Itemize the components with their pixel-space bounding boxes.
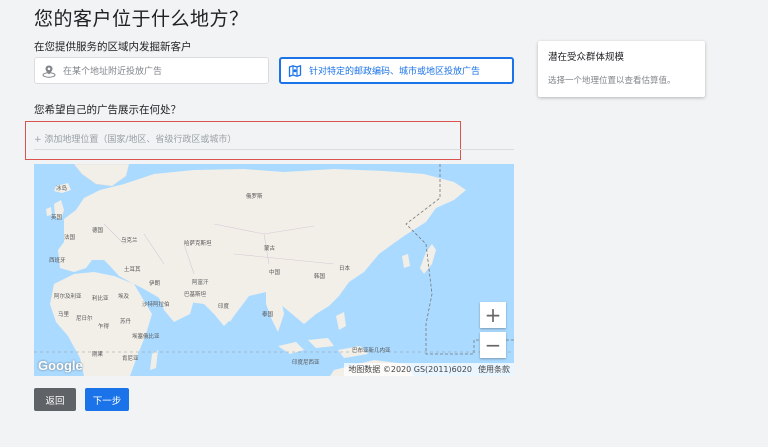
map-label: 巴基斯坦 [184, 292, 207, 298]
world-map[interactable]: 冰岛 俄罗斯 英国 法国 西班牙 德国 乌克兰 哈萨克斯坦 蒙古 中国 日本 韩… [34, 164, 514, 376]
map-label: 阿富汗 [192, 280, 209, 286]
map-label: 蒙古 [264, 246, 276, 252]
map-label: 中国 [269, 270, 281, 276]
map-label: 尼日尔 [76, 316, 93, 322]
audience-card-hint: 选择一个地理位置以查看估算值。 [548, 76, 676, 86]
audience-size-card: 潜在受众群体规模 选择一个地理位置以查看估算值。 [538, 41, 705, 97]
map-label: 利比亚 [92, 296, 109, 302]
audience-card-title: 潜在受众群体规模 [548, 52, 625, 63]
map-label: 韩国 [314, 274, 326, 280]
back-button[interactable]: 返回 [34, 388, 76, 411]
map-label: 德国 [92, 228, 104, 234]
google-logo: Google [38, 358, 83, 373]
map-attribution: 地图数据 ©2020 GS(2011)6020 使用条款 [344, 363, 514, 376]
map-label: 肯尼亚 [122, 356, 139, 362]
map-data-attribution: 地图数据 ©2020 GS(2011)6020 [348, 365, 472, 374]
location-question: 您希望自己的广告展示在何处？ [34, 104, 181, 116]
option-regions-label: 针对特定的邮政编码、城市或地区投放广告 [309, 67, 481, 77]
option-nearby-label: 在某个地址附近投放广告 [63, 67, 163, 77]
option-specific-regions[interactable]: 针对特定的邮政编码、城市或地区投放广告 [279, 57, 514, 84]
zoom-in-button[interactable]: + [480, 302, 506, 328]
map-label: 俄罗斯 [246, 194, 263, 200]
map-label: 法国 [64, 235, 76, 241]
targeting-question: 在您提供服务的区域内发掘新客户 [34, 41, 192, 53]
map-label: 阿尔及利亚 [54, 294, 82, 300]
option-nearby-address[interactable]: 在某个地址附近投放广告 [34, 57, 269, 84]
map-label: 刚果 [92, 352, 104, 358]
map-label: 乍得 [98, 324, 110, 330]
map-label: 巴布亚新几内亚 [352, 348, 391, 354]
terms-of-use-link[interactable]: 使用条款 [478, 364, 510, 375]
map-label: 印度 [218, 304, 230, 310]
map-label: 埃塞俄比亚 [132, 334, 160, 340]
location-input-placeholder: + 添加地理位置（国家/地区、省级行政区或城市） [34, 135, 237, 145]
map-label: 苏丹 [120, 319, 132, 325]
map-pin-icon [42, 64, 56, 78]
map-label: 土耳其 [124, 267, 141, 273]
map-label: 泰国 [262, 312, 274, 318]
map-region-icon [288, 64, 302, 78]
page-title: 您的客户位于什么地方？ [34, 8, 249, 30]
map-label: 西班牙 [49, 258, 66, 264]
map-label: 日本 [339, 266, 351, 272]
map-label: 沙特阿拉伯 [142, 302, 170, 308]
next-button[interactable]: 下一步 [85, 388, 129, 411]
location-input[interactable]: + 添加地理位置（国家/地区、省级行政区或城市） [34, 128, 514, 150]
zoom-out-button[interactable]: − [480, 332, 506, 358]
map-label: 哈萨克斯坦 [184, 241, 212, 247]
map-label: 埃及 [118, 294, 130, 300]
map-label: 伊朗 [149, 281, 161, 287]
map-label: 马里 [58, 312, 70, 318]
map-label: 印度尼西亚 [292, 360, 320, 366]
map-label: 乌克兰 [121, 238, 138, 244]
map-label: 英国 [51, 215, 63, 221]
map-label: 冰岛 [56, 186, 68, 192]
